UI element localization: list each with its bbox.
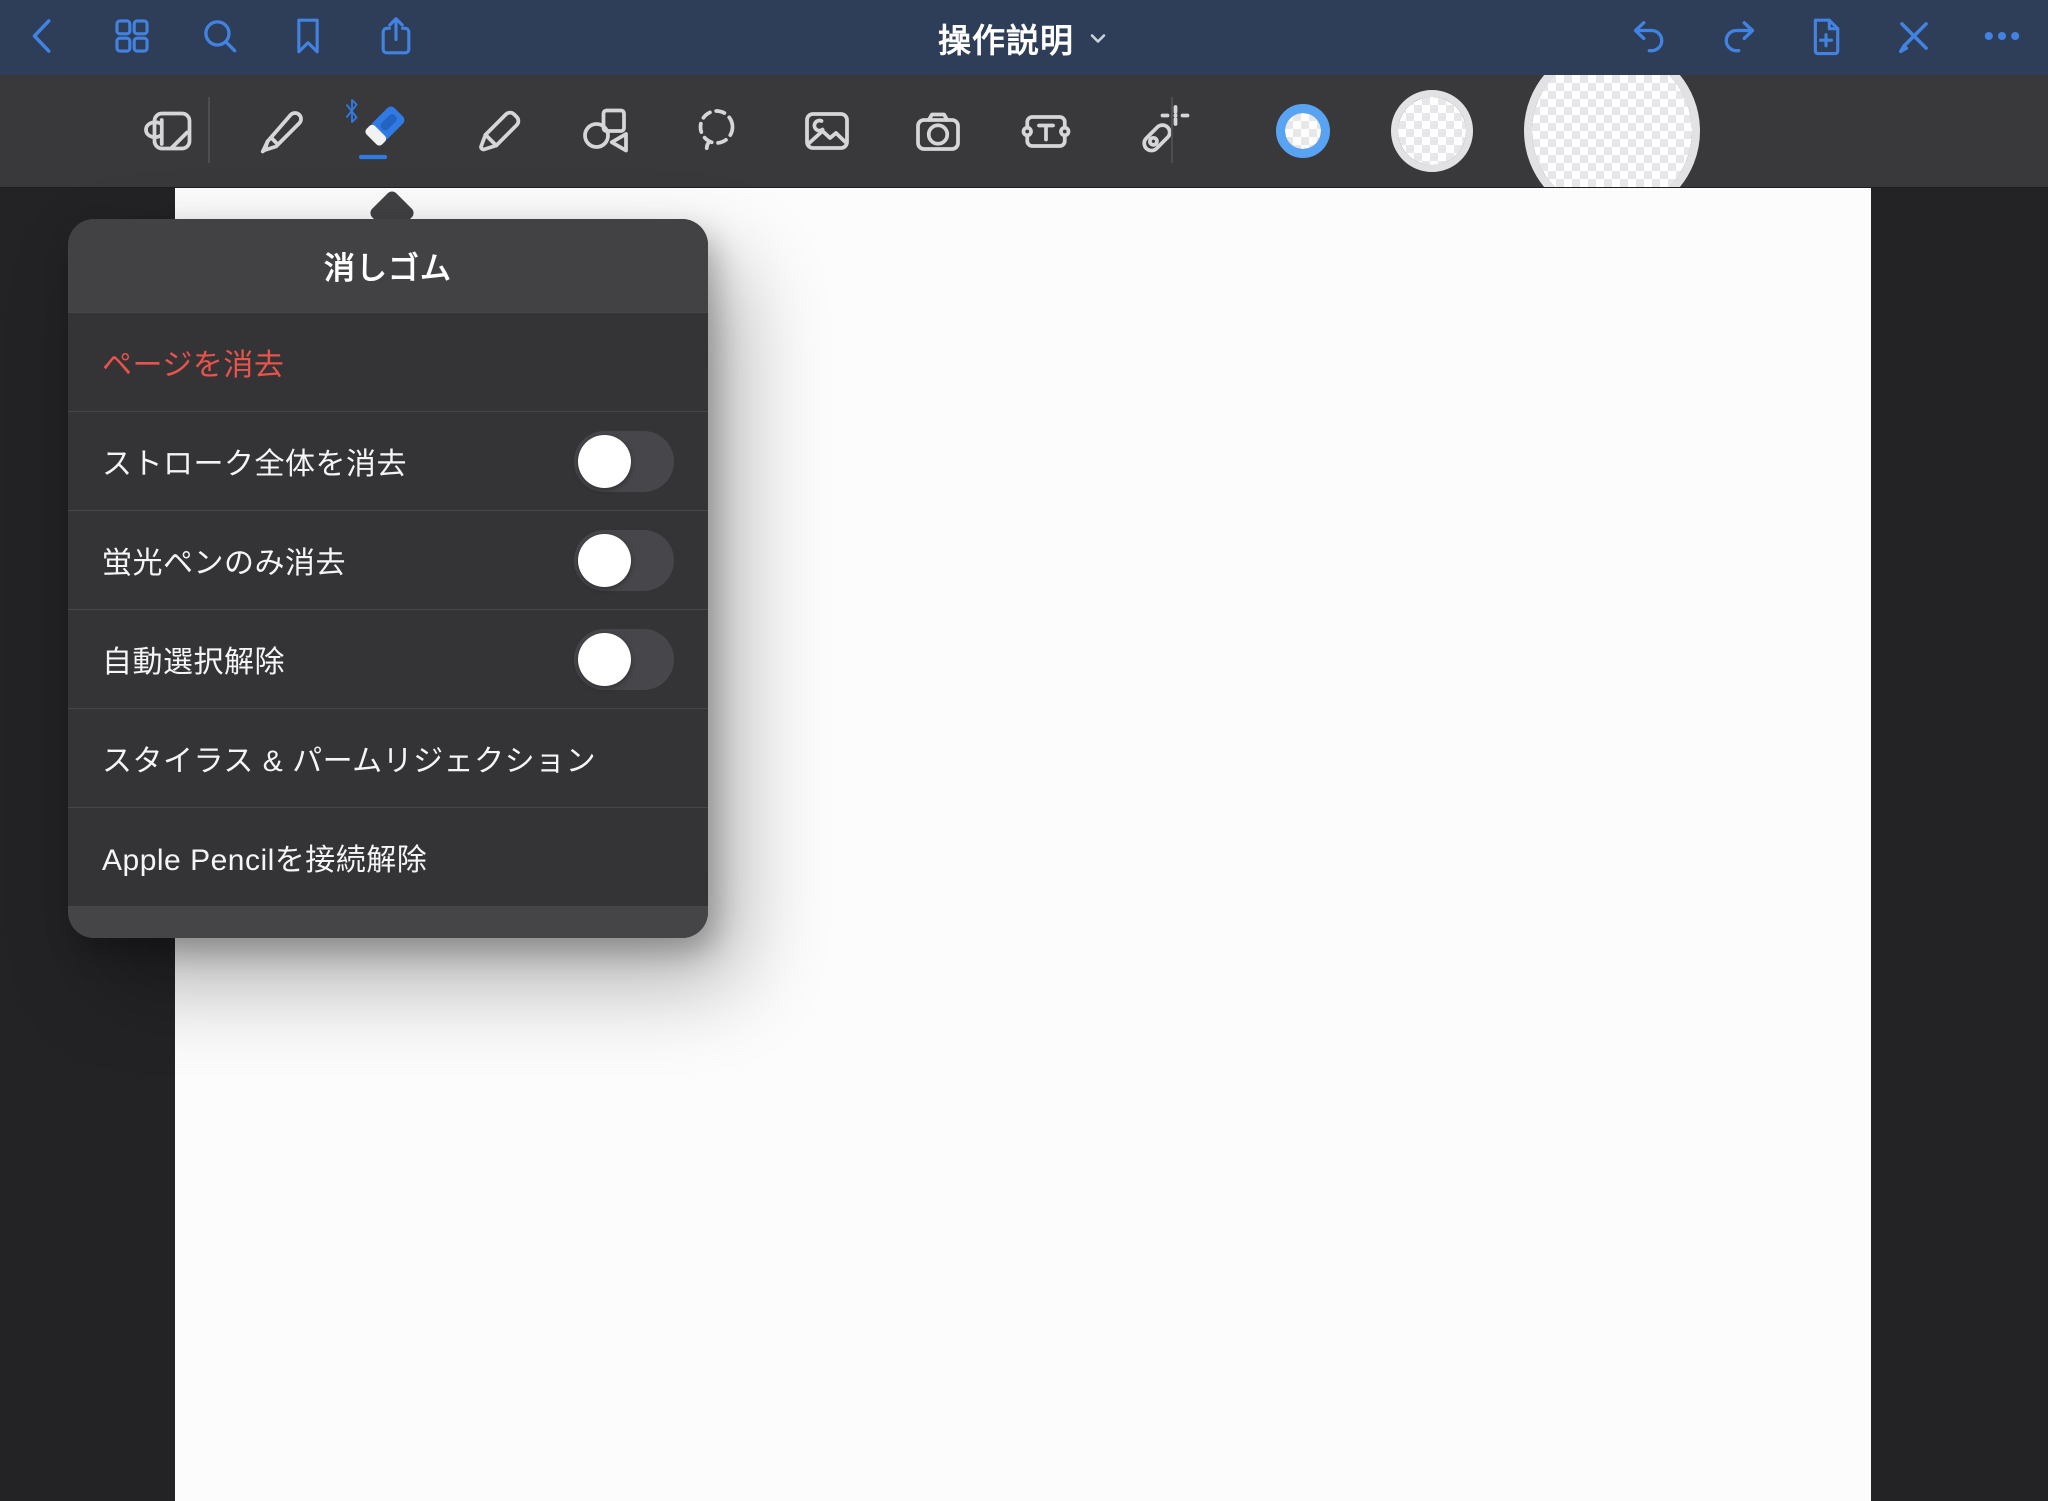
undo-icon [1628,14,1672,61]
redo-button[interactable] [1714,14,1762,62]
thumbnails-button[interactable] [108,14,156,62]
search-icon [198,14,242,61]
document-plus-icon [1804,14,1848,61]
undo-button[interactable] [1626,14,1674,62]
search-button[interactable] [196,14,244,62]
tool-text[interactable] [1014,100,1078,164]
bookmark-button[interactable] [284,14,332,62]
tool-lasso[interactable] [684,100,748,164]
text-box-icon [1016,101,1076,164]
toggle-knob [578,633,631,686]
popover-title: 消しゴム [68,219,708,313]
topbar-left-group [0,14,420,62]
bluetooth-icon [341,96,363,126]
shapes-icon [575,101,635,164]
chevron-down-icon [1086,26,1110,50]
add-page-button[interactable] [1802,14,1850,62]
toolbar-separator [208,97,210,163]
auto-deselect-toggle[interactable] [574,629,674,690]
ellipsis-icon [1980,14,2024,61]
toolbar-separator [1171,97,1173,163]
laser-pointer-icon [1130,101,1190,164]
tool-highlighter[interactable] [468,100,532,164]
disconnect-apple-pencil-label: Apple Pencilを接続解除 [102,835,427,879]
disconnect-apple-pencil-item[interactable]: Apple Pencilを接続解除 [68,808,708,907]
drawing-toolbar [0,75,2048,188]
redo-icon [1716,14,1760,61]
share-button[interactable] [372,14,420,62]
eraser-settings-popover: 消しゴム ページを消去 ストローク全体を消去 蛍光ペンのみ消去 自動選択解除 [68,219,708,938]
grid-icon [110,14,154,61]
document-title-button[interactable]: 操作説明 [938,0,1110,75]
popover-footer [68,907,708,938]
chevron-left-icon [22,14,66,61]
erase-whole-stroke-toggle[interactable] [574,431,674,492]
lasso-icon [686,101,746,164]
bookmark-icon [286,14,330,61]
canvas-area: 消しゴム ページを消去 ストローク全体を消去 蛍光ペンのみ消去 自動選択解除 [0,188,2048,1501]
tool-laser-pointer[interactable] [1128,100,1192,164]
page-title: 操作説明 [938,14,1074,62]
tool-pen[interactable] [249,100,313,164]
stylus-palm-rejection-item[interactable]: スタイラス & パームリジェクション [68,709,708,808]
pen-slash-icon [1892,14,1936,61]
erase-whole-stroke-label: ストローク全体を消去 [102,439,407,483]
tool-zoom-window[interactable] [135,100,199,164]
erase-whole-stroke-item: ストローク全体を消去 [68,412,708,511]
eraser-size-small[interactable] [1276,104,1330,158]
goodnotes-screen: 操作説明 [0,0,2048,1501]
highlighter-icon [470,101,530,164]
zoom-window-icon [137,101,197,164]
toggle-knob [578,534,631,587]
erase-page-item[interactable]: ページを消去 [68,313,708,412]
erase-highlighter-only-item: 蛍光ペンのみ消去 [68,511,708,610]
tool-image[interactable] [795,100,859,164]
toggle-knob [578,435,631,488]
image-icon [797,101,857,164]
eraser-size-large[interactable] [1524,75,1700,188]
tool-camera[interactable] [906,100,970,164]
stylus-palm-rejection-label: スタイラス & パームリジェクション [102,736,596,780]
pen-icon [251,101,311,164]
stop-editing-button[interactable] [1890,14,1938,62]
erase-page-label: ページを消去 [102,340,284,384]
erase-highlighter-only-toggle[interactable] [574,530,674,591]
top-navigation-bar: 操作説明 [0,0,2048,75]
tool-eraser[interactable] [351,100,415,164]
topbar-right-group [1626,14,2048,62]
share-icon [374,14,418,61]
tool-shapes[interactable] [573,100,637,164]
erase-highlighter-only-label: 蛍光ペンのみ消去 [102,538,346,582]
back-button[interactable] [20,14,68,62]
auto-deselect-item: 自動選択解除 [68,610,708,709]
eraser-size-medium[interactable] [1391,90,1473,172]
camera-icon [908,101,968,164]
more-button[interactable] [1978,14,2026,62]
auto-deselect-label: 自動選択解除 [102,637,285,681]
